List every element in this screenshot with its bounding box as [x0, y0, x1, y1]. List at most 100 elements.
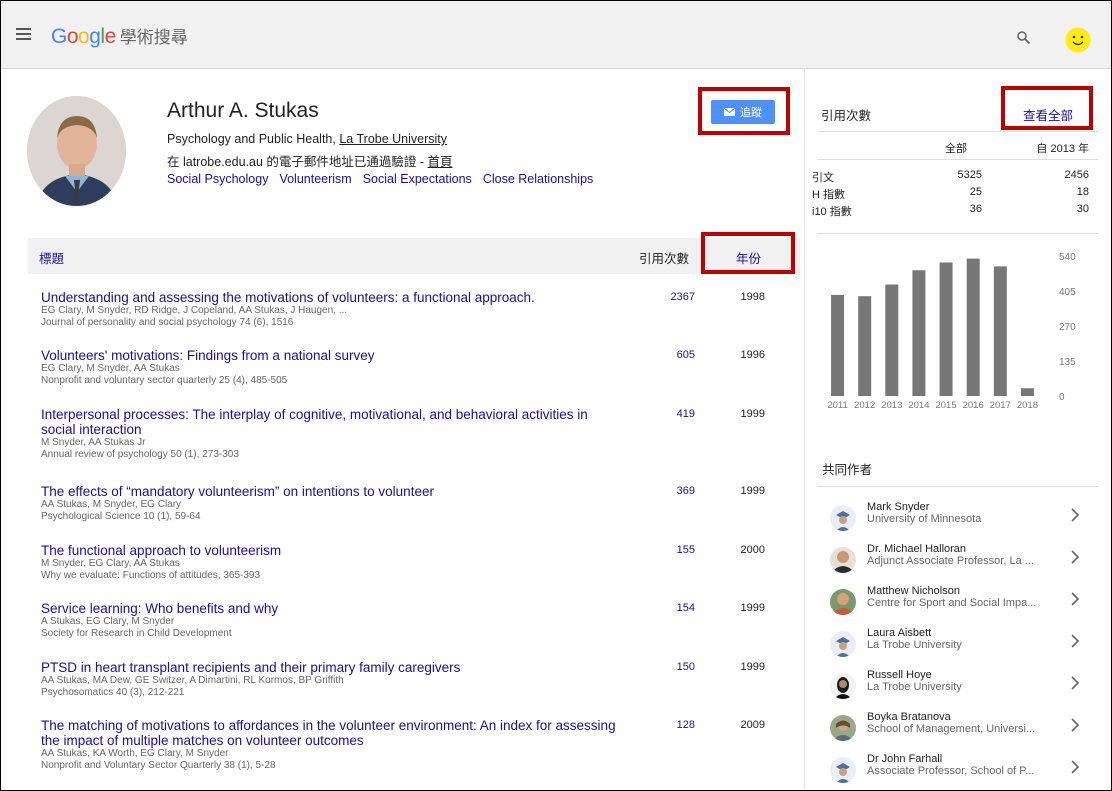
article-title-link[interactable]: PTSD in heart transplant recipients and …	[41, 660, 626, 675]
profile-name: Arthur A. Stukas	[167, 99, 319, 122]
table-row: The effects of “mandatory volunteerism” …	[41, 484, 791, 523]
sort-by-cites[interactable]: 引用次數	[639, 248, 689, 267]
article-year: 1999	[740, 661, 765, 673]
article-title-link[interactable]: The effects of “mandatory volunteerism” …	[41, 484, 626, 499]
article-cites-link[interactable]: 155	[665, 544, 695, 556]
coauthors-rule	[818, 486, 1098, 487]
column-divider	[804, 68, 805, 790]
stat-label: 引文	[812, 172, 834, 184]
article-year: 1996	[740, 349, 765, 361]
article-title-link[interactable]: The matching of motivations to affordanc…	[41, 718, 626, 748]
coauthor-affiliation: School of Management, Universi...	[867, 723, 1036, 735]
stats-rule	[818, 233, 1098, 234]
article-cites-link[interactable]: 154	[665, 602, 695, 614]
profile-verified: 在 latrobe.edu.au 的電子郵件地址已通過驗證 - 首頁	[167, 151, 453, 170]
stat-all: 36	[969, 203, 982, 215]
coauthor-item[interactable]: Laura Aisbett La Trobe University	[822, 627, 1092, 667]
article-title-link[interactable]: The functional approach to volunteerism	[41, 543, 626, 558]
x-tick-label: 2016	[963, 400, 984, 411]
affiliation-text: Psychology and Public Health,	[167, 132, 340, 146]
article-venue: Why we evaluate: Functions of attitudes,…	[41, 570, 261, 581]
stat-since: 18	[1076, 186, 1089, 198]
chart-bar-2011[interactable]	[831, 294, 845, 396]
citations-bar-chart: 0 135 270 405 540 2011 2012 2013 2014 2015 2016 201…	[827, 252, 1076, 411]
interest-link[interactable]: Volunteerism	[279, 172, 351, 186]
coauthor-affiliation: La Trobe University	[867, 639, 962, 651]
article-title-link[interactable]: Interpersonal processes: The interplay o…	[41, 407, 626, 437]
chevron-right-icon	[1071, 550, 1080, 564]
stat-all: 25	[969, 186, 982, 198]
coauthor-item[interactable]: Dr John Farhall Associate Professor, Sch…	[822, 753, 1092, 790]
article-year: 1999	[740, 485, 765, 497]
interest-link[interactable]: Social Psychology	[167, 172, 268, 186]
chart-bar-2013[interactable]	[885, 284, 899, 396]
y-tick-label: 405	[1059, 287, 1076, 298]
y-tick-label: 540	[1059, 252, 1076, 263]
citations-heading: 引用次數	[821, 109, 872, 123]
scholar-page: Google 學術搜尋 Arthur A. Stukas Psychology a…	[0, 0, 1112, 791]
logo-letter: g	[89, 25, 101, 48]
article-title-link[interactable]: Service learning: Who benefits and why	[41, 601, 626, 616]
article-authors: AA Stukas, M Snyder, EG Clary	[41, 499, 182, 510]
article-cites-link[interactable]: 419	[665, 408, 695, 420]
chart-bar-2016[interactable]	[966, 258, 980, 396]
verified-text: 在 latrobe.edu.au 的電子郵件地址已通過驗證 -	[167, 155, 428, 169]
chart-bar-2015[interactable]	[939, 262, 953, 396]
article-cites-link[interactable]: 369	[665, 485, 695, 497]
x-tick-label: 2018	[1017, 400, 1038, 411]
interest-link[interactable]: Social Expectations	[363, 172, 472, 186]
article-title-link[interactable]: Understanding and assessing the motivati…	[41, 290, 626, 305]
table-row: The matching of motivations to affordanc…	[41, 718, 791, 772]
account-avatar-icon[interactable]	[1065, 27, 1091, 53]
coauthor-photo-icon	[830, 547, 856, 573]
chart-bar-2014[interactable]	[912, 270, 926, 396]
article-authors: AA Stukas, MA Dew, GE Switzer, A Dimarti…	[41, 675, 344, 686]
article-cites-link[interactable]: 150	[665, 661, 695, 673]
y-tick-label: 135	[1059, 357, 1076, 368]
coauthor-photo-icon	[830, 673, 856, 699]
coauthor-item[interactable]: Russell Hoye La Trobe University	[822, 669, 1092, 709]
homepage-link[interactable]: 首頁	[427, 155, 452, 169]
article-cites-link[interactable]: 2367	[665, 291, 695, 303]
affiliation-link[interactable]: La Trobe University	[339, 132, 447, 146]
article-year: 2009	[740, 719, 765, 731]
search-icon[interactable]	[1017, 31, 1030, 44]
article-year: 2000	[740, 544, 765, 556]
article-authors: M Snyder, AA Stukas Jr	[41, 437, 146, 448]
article-year: 1999	[740, 408, 765, 420]
x-tick-label: 2013	[881, 400, 902, 411]
google-scholar-logo[interactable]: Google 學術搜尋	[51, 23, 188, 49]
coauthor-item[interactable]: Boyka Bratanova School of Management, Un…	[822, 711, 1092, 751]
stats-header-all: 全部	[945, 143, 967, 155]
interest-link[interactable]: Close Relationships	[483, 172, 593, 186]
article-venue: Society for Research in Child Developmen…	[41, 628, 232, 639]
coauthor-avatar-icon	[830, 505, 856, 531]
chart-bar-2012[interactable]	[858, 296, 872, 396]
x-tick-label: 2017	[990, 400, 1011, 411]
stat-label: H 指數	[812, 189, 845, 201]
article-cites-link[interactable]: 605	[665, 349, 695, 361]
article-title-link[interactable]: Volunteers' motivations: Findings from a…	[41, 348, 626, 363]
article-venue: Nonprofit and Voluntary Sector Quarterly…	[41, 760, 276, 771]
coauthor-name: Boyka Bratanova	[867, 711, 951, 723]
sort-by-title[interactable]: 標題	[39, 248, 64, 267]
coauthor-item[interactable]: Mark Snyder University of Minnesota	[822, 501, 1092, 541]
research-interests: Social Psychology Volunteerism Social Expe…	[167, 172, 604, 186]
article-cites-link[interactable]: 128	[665, 719, 695, 731]
coauthor-affiliation: Associate Professor, School of P...	[867, 765, 1035, 777]
table-row: Service learning: Who benefits and why A…	[41, 601, 791, 640]
chart-bar-2017[interactable]	[993, 266, 1007, 396]
coauthor-name: Matthew Nicholson	[867, 585, 960, 597]
article-authors: A Stukas, EG Clary, M Snyder	[41, 616, 175, 627]
highlight-box-year	[701, 232, 795, 274]
x-tick-label: 2014	[908, 400, 929, 411]
coauthor-affiliation: Adjunct Associate Professor, La ...	[867, 555, 1034, 567]
menu-icon[interactable]	[16, 28, 31, 40]
coauthor-photo-icon	[830, 715, 856, 741]
coauthor-item[interactable]: Dr. Michael Halloran Adjunct Associate P…	[822, 543, 1092, 583]
coauthor-item[interactable]: Matthew Nicholson Centre for Sport and S…	[822, 585, 1092, 625]
coauthor-affiliation: Centre for Sport and Social Impa...	[867, 597, 1037, 609]
chevron-right-icon	[1071, 634, 1080, 648]
stat-label: i10 指數	[812, 206, 852, 218]
chart-bar-2018[interactable]	[1020, 388, 1034, 396]
